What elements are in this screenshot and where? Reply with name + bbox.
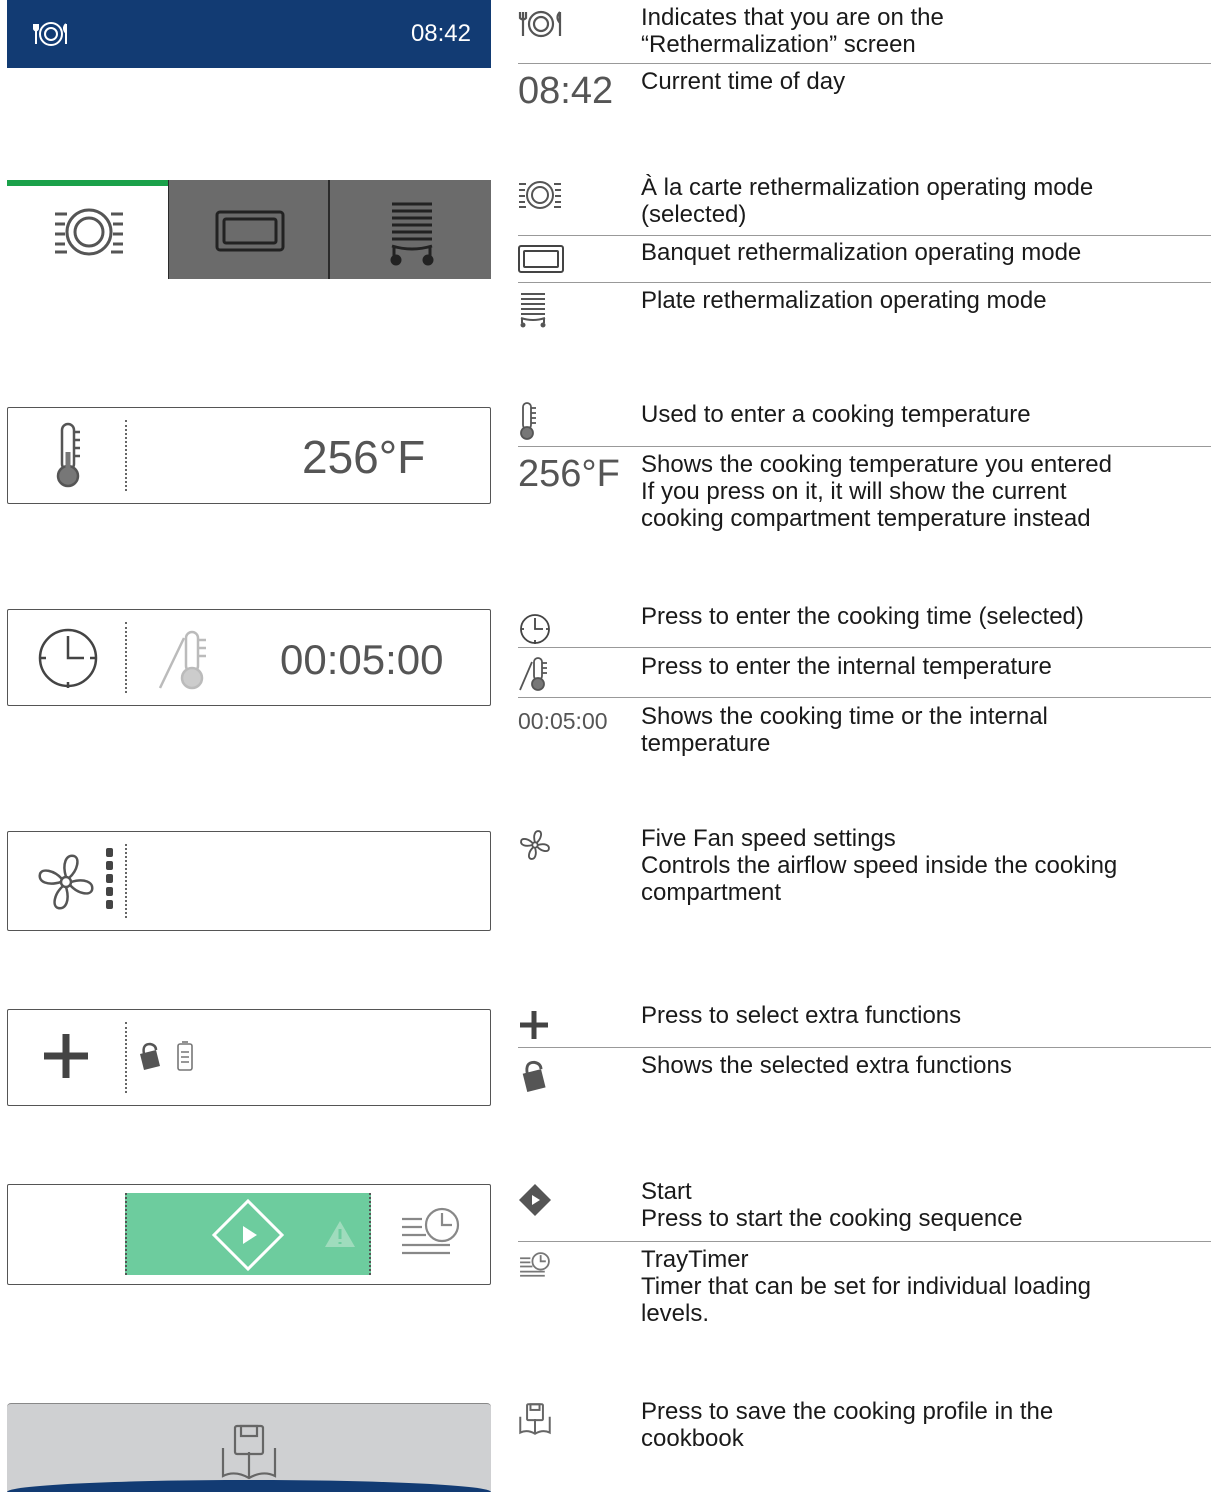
thermometer-icon[interactable] <box>52 422 84 490</box>
battery-icon <box>176 1040 194 1072</box>
mode-tabs <box>7 180 491 279</box>
tab-banquet[interactable] <box>168 180 328 279</box>
save-cookbook-icon[interactable] <box>219 1422 279 1482</box>
legend-traytimer-text: TrayTimer Timer that can be set for indi… <box>641 1246 1092 1327</box>
divider <box>125 844 127 918</box>
legend-temp-entry-text: Used to enter a cooking temperature <box>641 401 1031 428</box>
legend-cooking-time-text: Press to enter the cooking time (selecte… <box>641 603 1084 630</box>
legend-core-temp-text: Press to enter the internal temperature <box>641 653 1052 680</box>
legend-time-sample: 08:42 <box>518 70 614 112</box>
plus-icon <box>518 1009 550 1041</box>
separator <box>518 647 1211 648</box>
separator <box>518 1047 1211 1048</box>
separator <box>518 697 1211 698</box>
plus-icon[interactable] <box>42 1032 90 1080</box>
banquet-icon <box>518 245 564 273</box>
temperature-value[interactable]: 256°F <box>302 430 425 484</box>
warning-icon <box>323 1219 357 1249</box>
header-bar: 08:42 <box>7 0 491 68</box>
legend-save-text: Press to save the cooking profile in the… <box>641 1398 1054 1452</box>
traytimer-icon <box>518 1250 552 1284</box>
legend-plate-text: Plate rethermalization operating mode <box>641 287 1047 314</box>
start-icon <box>518 1183 552 1217</box>
legend-rethermalization-text: Indicates that you are on the “Rethermal… <box>641 4 944 58</box>
lock-icon <box>136 1042 162 1070</box>
plate-rack-icon <box>388 200 436 266</box>
legend-extra-shown-text: Shows the selected extra functions <box>641 1052 1012 1079</box>
legend-plus-text: Press to select extra functions <box>641 1002 962 1029</box>
save-cookbook-icon <box>518 1401 552 1437</box>
fan-icon[interactable] <box>34 850 98 914</box>
banquet-icon <box>215 210 285 252</box>
divider <box>125 420 127 491</box>
clock-icon[interactable] <box>36 626 100 690</box>
tab-plate[interactable] <box>328 180 491 279</box>
time-panel: 00:05:00 <box>7 609 491 706</box>
alacarte-icon <box>53 204 125 260</box>
separator <box>518 235 1211 236</box>
time-value[interactable]: 00:05:00 <box>280 636 444 684</box>
temperature-panel: 256°F <box>7 407 491 504</box>
separator <box>518 1241 1211 1242</box>
legend-temp-sample: 256°F <box>518 453 620 495</box>
save-bar-band <box>7 1480 491 1492</box>
thermometer-icon <box>518 402 538 440</box>
separator <box>518 446 1211 447</box>
fan-panel <box>7 831 491 931</box>
start-button[interactable] <box>125 1193 371 1275</box>
legend-time-text: Current time of day <box>641 68 846 95</box>
legend-time-value-text: Shows the cooking time or the internal t… <box>641 703 1048 757</box>
divider <box>125 622 127 693</box>
start-panel <box>7 1184 491 1285</box>
save-bar <box>7 1403 491 1492</box>
separator <box>518 63 1211 64</box>
legend-alacarte-text: À la carte rethermalization operating mo… <box>641 174 1094 228</box>
clock-icon <box>518 612 552 646</box>
fan-icon <box>518 828 552 862</box>
legend-time-value-sample: 00:05:00 <box>518 708 608 734</box>
core-probe-icon[interactable] <box>156 628 212 692</box>
lock-icon <box>518 1060 548 1092</box>
core-probe-icon <box>518 656 550 692</box>
traytimer-icon[interactable] <box>398 1203 464 1269</box>
separator <box>518 282 1211 283</box>
legend-banquet-text: Banquet rethermalization operating mode <box>641 239 1082 266</box>
plate-cutlery-icon <box>33 20 69 48</box>
legend-fan-text: Five Fan speed settings Controls the air… <box>641 825 1118 906</box>
divider <box>125 1022 127 1093</box>
legend-start-text: Start Press to start the cooking sequenc… <box>641 1178 1023 1232</box>
plate-cutlery-icon <box>518 8 564 40</box>
extras-panel <box>7 1009 491 1106</box>
tab-alacarte[interactable] <box>7 180 168 279</box>
legend-temp-shown-text: Shows the cooking temperature you entere… <box>641 451 1112 532</box>
fan-speed-indicator[interactable] <box>106 848 114 909</box>
header-time: 08:42 <box>410 20 471 47</box>
alacarte-icon <box>518 178 562 212</box>
start-icon <box>212 1199 284 1271</box>
plate-rack-icon <box>518 292 548 328</box>
